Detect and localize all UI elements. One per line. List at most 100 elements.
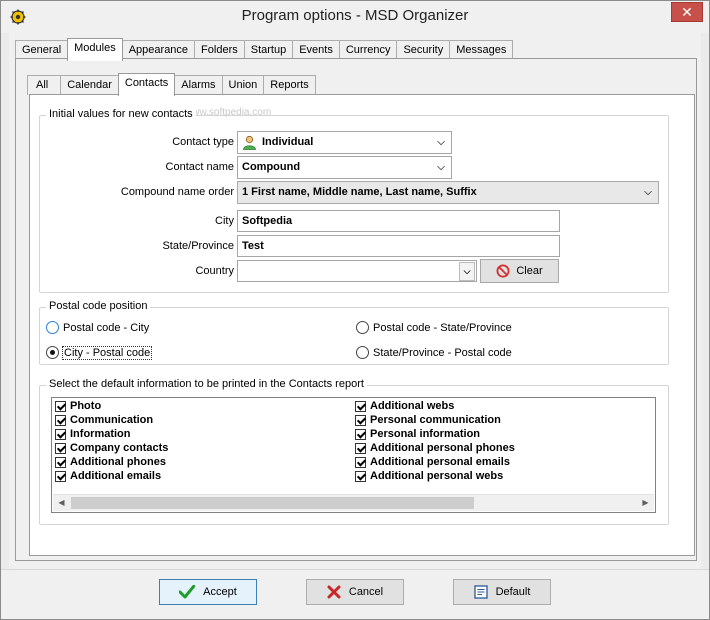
check-additional-phones[interactable]: Additional phones [55,456,166,468]
chevron-down-icon: ⌵ [644,187,652,198]
tab-calendar[interactable]: Calendar [60,75,119,95]
report-info-legend: Select the default information to be pri… [46,378,367,390]
dialog-client-area: General Modules Appearance Folders Start… [9,33,701,569]
contact-type-value: Individual [262,136,314,148]
tab-modules[interactable]: Modules [67,38,123,61]
close-button[interactable]: ✕ [671,2,703,22]
contacts-tab-panel: www.softpedia.com Initial values for new… [29,94,695,556]
state-input[interactable]: Test [237,235,560,257]
chevron-down-icon: ⌵ [437,162,445,173]
checkbox-checked [355,400,366,412]
check-personal-information[interactable]: Personal information [355,428,480,440]
country-select[interactable]: ⌵ [237,260,477,282]
tab-general[interactable]: General [15,40,69,60]
radio-label: State/Province - Postal code [373,346,512,359]
tab-events[interactable]: Events [292,40,340,60]
check-personal-communication[interactable]: Personal communication [355,414,501,426]
tab-all[interactable]: All [27,75,62,95]
radio-postal-state[interactable]: Postal code - State/Province [356,321,512,334]
contact-name-value: Compound [242,161,301,173]
postal-code-legend: Postal code position [46,300,151,312]
radio-state-postal[interactable]: State/Province - Postal code [356,346,512,359]
checkmark-icon [179,585,196,599]
horizontal-scrollbar[interactable]: ◀ ▶ [53,494,654,511]
document-icon [473,585,488,599]
default-button[interactable]: Default [453,579,551,605]
radio-circle [356,346,369,359]
radio-label: Postal code - State/Province [373,321,512,334]
checkbox-checked [55,456,66,468]
tab-startup[interactable]: Startup [243,40,294,60]
compound-order-label: Compound name order [120,186,234,198]
radio-label: City - Postal code [61,345,153,360]
tab-folders[interactable]: Folders [194,40,245,60]
scroll-left-icon[interactable]: ◀ [53,495,70,511]
tab-alarms[interactable]: Alarms [174,75,223,95]
checkbox-checked [355,470,366,482]
check-additional-personal-emails[interactable]: Additional personal emails [355,456,510,468]
chevron-down-icon: ⌵ [437,137,445,148]
compound-order-select[interactable]: 1 First name, Middle name, Last name, Su… [237,181,659,204]
city-input[interactable]: Softpedia [237,210,560,232]
clear-label: Clear [516,265,543,278]
tab-currency[interactable]: Currency [338,40,398,60]
checkbox-checked [55,442,66,454]
checkbox-checked [55,400,66,412]
program-options-window: Program options - MSD Organizer ✕ Genera… [0,0,710,620]
accept-button[interactable]: Accept [159,579,257,605]
checkbox-checked [355,428,366,440]
checkbox-checked [55,428,66,440]
person-icon [243,135,256,150]
compound-order-value: 1 First name, Middle name, Last name, Su… [242,186,477,198]
clear-button[interactable]: Clear [480,259,559,283]
contact-name-select[interactable]: Compound ⌵ [237,156,452,179]
radio-circle-selected [46,346,59,359]
contact-type-select[interactable]: Individual ⌵ [237,131,452,154]
tab-appearance[interactable]: Appearance [121,40,196,60]
tab-contacts[interactable]: Contacts [117,73,176,96]
state-label: State/Province [162,240,234,252]
check-communication[interactable]: Communication [55,414,153,426]
default-label: Default [495,586,531,598]
check-company-contacts[interactable]: Company contacts [55,442,168,454]
scroll-thumb[interactable] [71,497,474,509]
radio-city-postal[interactable]: City - Postal code [46,345,153,360]
report-fields-checklist: Photo Communication Information Company … [51,397,656,513]
no-entry-icon [496,264,510,278]
red-x-icon [327,585,341,599]
dialog-footer: Accept Cancel Default [1,569,709,619]
radio-label: Postal code - City [63,321,150,334]
radio-circle [46,321,59,334]
tab-messages[interactable]: Messages [449,40,514,60]
check-additional-emails[interactable]: Additional emails [55,470,161,482]
window-title: Program options - MSD Organizer [241,7,469,24]
chevron-down-icon: ⌵ [459,262,475,281]
radio-circle [356,321,369,334]
contact-type-label: Contact type [172,136,234,148]
initial-values-legend: Initial values for new contacts [46,108,196,120]
cancel-button[interactable]: Cancel [306,579,404,605]
check-additional-personal-phones[interactable]: Additional personal phones [355,442,515,454]
check-additional-webs[interactable]: Additional webs [355,400,454,412]
tab-reports[interactable]: Reports [263,75,316,95]
checkbox-checked [55,470,66,482]
check-information[interactable]: Information [55,428,131,440]
title-bar[interactable]: Program options - MSD Organizer ✕ [1,1,709,33]
checkbox-checked [355,456,366,468]
close-icon: ✕ [681,4,693,20]
contact-name-label: Contact name [165,161,234,173]
checkbox-checked [355,414,366,426]
city-label: City [215,215,234,227]
country-label: Country [195,265,234,277]
accept-label: Accept [203,586,237,598]
check-additional-personal-webs[interactable]: Additional personal webs [355,470,503,482]
cancel-label: Cancel [348,586,384,598]
module-tab-strip: All Calendar Contacts Alarms Union Repor… [27,73,316,96]
radio-postal-city[interactable]: Postal code - City [46,321,149,334]
tab-security[interactable]: Security [396,40,451,60]
checkbox-checked [55,414,66,426]
checkbox-checked [355,442,366,454]
tab-union[interactable]: Union [221,75,265,95]
check-photo[interactable]: Photo [55,400,101,412]
scroll-right-icon[interactable]: ▶ [637,495,654,511]
